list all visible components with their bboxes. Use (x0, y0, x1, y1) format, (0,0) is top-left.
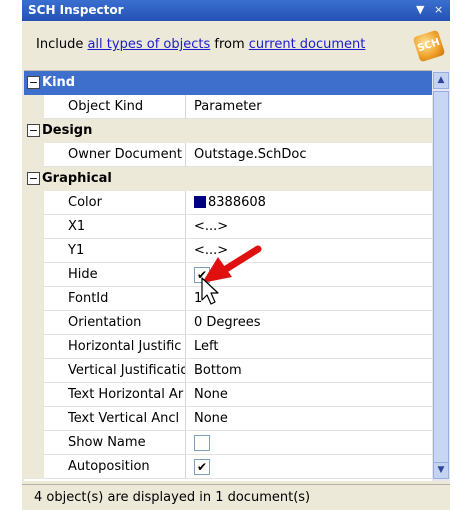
property-row-object-kind[interactable]: Object Kind Parameter (24, 95, 432, 119)
scroll-thumb[interactable] (433, 91, 449, 473)
property-label: Text Vertical Ancl (68, 411, 180, 426)
property-value: 8388608 (208, 195, 266, 210)
property-label: Horizontal Justific (68, 339, 182, 354)
category-design[interactable]: − Design (24, 119, 432, 143)
property-label: Object Kind (68, 99, 144, 114)
property-value: Outstage.SchDoc (194, 147, 307, 162)
property-value: None (194, 387, 228, 402)
property-label: Autoposition (68, 459, 150, 474)
title-bar: SCH Inspector ▼ × (22, 0, 450, 21)
filter-prefix: Include (36, 37, 88, 52)
category-label: Graphical (42, 171, 112, 186)
category-label: Kind (42, 75, 76, 90)
status-text: 4 object(s) are displayed in 1 document(… (34, 490, 311, 505)
category-kind[interactable]: − Kind (24, 71, 432, 95)
property-label: Owner Document (68, 147, 182, 162)
scroll-up-icon[interactable]: ▲ (433, 72, 449, 89)
color-swatch[interactable] (194, 196, 206, 208)
property-value: Bottom (194, 363, 242, 378)
property-row-autoposition[interactable]: Autoposition ✔ (24, 455, 432, 479)
property-label: Color (68, 195, 102, 210)
property-label: Text Horizontal Ar (68, 387, 184, 402)
property-row-orientation[interactable]: Orientation 0 Degrees (24, 311, 432, 335)
collapse-toggle-icon[interactable]: − (27, 76, 40, 89)
property-value: Parameter (194, 99, 262, 114)
object-type-link[interactable]: all types of objects (87, 37, 210, 52)
property-row-vertical-justification[interactable]: Vertical Justificatio Bottom (24, 359, 432, 383)
filter-middle: from (210, 37, 249, 52)
property-label: Y1 (68, 243, 85, 258)
panel-menu-icon[interactable]: ▼ (416, 3, 424, 16)
property-row-owner-document[interactable]: Owner Document Outstage.SchDoc (24, 143, 432, 167)
property-row-text-vertical-anchor[interactable]: Text Vertical Ancl None (24, 407, 432, 431)
category-graphical[interactable]: − Graphical (24, 167, 432, 191)
property-row-text-horizontal-anchor[interactable]: Text Horizontal Ar None (24, 383, 432, 407)
property-row-show-name[interactable]: Show Name (24, 431, 432, 455)
collapse-toggle-icon[interactable]: − (27, 124, 40, 137)
filter-text: Include all types of objects from curren… (36, 37, 365, 52)
property-row-x1[interactable]: X1 <...> (24, 215, 432, 239)
property-label: X1 (68, 219, 86, 234)
panel-title: SCH Inspector (28, 3, 124, 17)
property-value: 0 Degrees (194, 315, 261, 330)
status-bar: 4 object(s) are displayed in 1 document(… (22, 484, 450, 510)
property-label: Hide (68, 267, 98, 282)
property-label: Vertical Justificatio (68, 363, 186, 378)
property-row-color[interactable]: Color 8388608 (24, 191, 432, 215)
autoposition-checkbox[interactable]: ✔ (194, 459, 210, 475)
collapse-toggle-icon[interactable]: − (27, 172, 40, 185)
vertical-scrollbar[interactable]: ▲ ▼ (432, 70, 450, 481)
category-label: Design (42, 123, 93, 138)
close-icon[interactable]: × (434, 3, 443, 16)
filter-bar: Include all types of objects from curren… (22, 21, 450, 69)
property-label: Show Name (68, 435, 146, 450)
show-name-checkbox[interactable] (194, 435, 210, 451)
property-value: <...> (194, 219, 229, 234)
property-label: FontId (68, 291, 109, 306)
filter-funnel-icon[interactable]: SCH (412, 29, 446, 63)
property-value: Left (194, 339, 219, 354)
mouse-pointer-icon (201, 277, 219, 305)
property-value: None (194, 411, 228, 426)
scroll-down-icon[interactable]: ▼ (433, 462, 449, 479)
property-row-horizontal-justification[interactable]: Horizontal Justific Left (24, 335, 432, 359)
property-label: Orientation (68, 315, 142, 330)
document-scope-link[interactable]: current document (249, 37, 366, 52)
